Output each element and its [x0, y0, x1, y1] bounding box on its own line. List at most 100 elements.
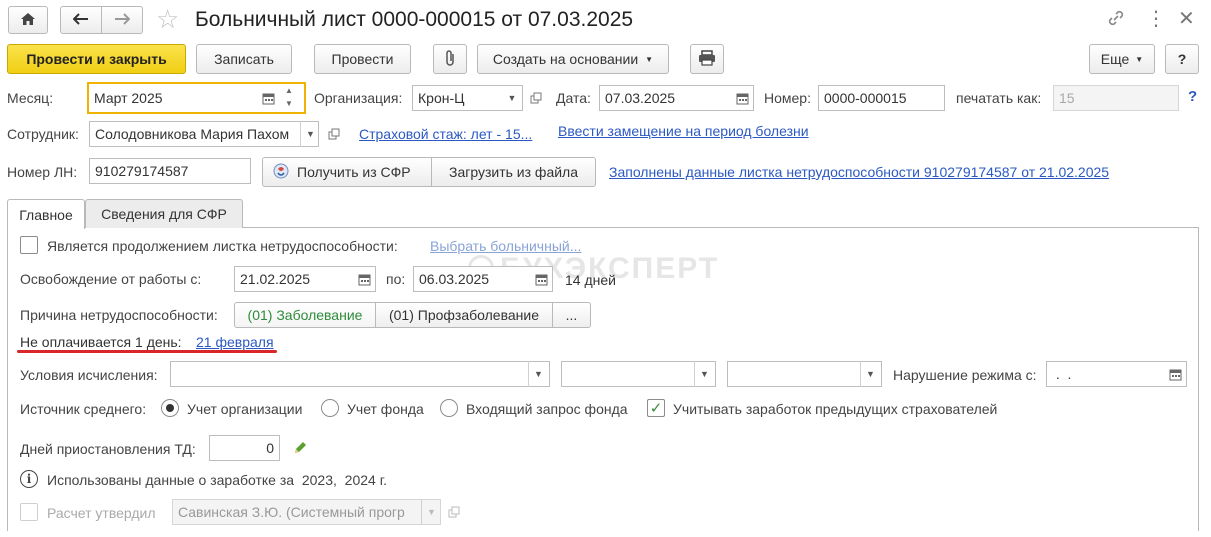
- more-label: Еще: [1100, 51, 1130, 67]
- radio-org-label: Учет организации: [187, 401, 303, 417]
- home-icon: [20, 12, 36, 29]
- chevron-down-icon: ▼: [421, 499, 441, 525]
- date-label: Дата:: [556, 90, 591, 106]
- calendar-icon[interactable]: [257, 87, 279, 109]
- open-approver-icon: [443, 501, 465, 523]
- organization-value: Крон-Ц: [418, 90, 465, 106]
- prev-insurers-checkbox[interactable]: ✓: [647, 399, 665, 417]
- calendar-icon[interactable]: [353, 268, 375, 290]
- radio-fund-accounting[interactable]: [321, 399, 339, 417]
- employee-label: Сотрудник:: [7, 126, 79, 142]
- sfr-logo-icon: [273, 163, 289, 182]
- calendar-icon[interactable]: [530, 268, 552, 290]
- open-employee-icon[interactable]: [323, 123, 345, 145]
- arrow-left-icon: [72, 12, 89, 28]
- more-button[interactable]: Еще ▼: [1089, 44, 1155, 74]
- chevron-down-icon: ▼: [1135, 54, 1144, 64]
- unpaid-date-link[interactable]: 21 февраля: [196, 334, 274, 350]
- print-as-label: печатать как:: [956, 90, 1042, 106]
- tab-main[interactable]: Главное: [7, 199, 85, 229]
- calc-condition-1-field[interactable]: [170, 361, 550, 387]
- calc-conditions-label: Условия исчисления:: [20, 367, 158, 383]
- radio-selected-dot: [166, 404, 174, 412]
- paperclip-icon: [443, 49, 457, 70]
- reason-label: Причина нетрудоспособности:: [20, 307, 218, 323]
- forward-button[interactable]: [101, 6, 143, 34]
- release-to-label: по:: [386, 271, 406, 287]
- calc-condition-2-field[interactable]: [561, 361, 716, 387]
- month-value: Март 2025: [94, 90, 163, 106]
- chevron-down-icon[interactable]: ▼: [528, 361, 548, 387]
- approved-by-value: Савинская З.Ю. (Системный прогр: [178, 504, 405, 520]
- radio-org-accounting[interactable]: [161, 399, 179, 417]
- radio-request-label: Входящий запрос фонда: [466, 401, 628, 417]
- tab-sfr-info[interactable]: Сведения для СФР: [85, 199, 243, 228]
- release-from-label: Освобождение от работы с:: [20, 271, 202, 287]
- printer-icon: [698, 49, 716, 69]
- number-field[interactable]: 0000-000015: [818, 85, 945, 111]
- calendar-icon[interactable]: [1164, 363, 1186, 385]
- approved-by-field: Савинская З.Ю. (Системный прогр: [172, 499, 441, 525]
- approved-checkbox: [20, 503, 38, 521]
- red-underline: [17, 350, 277, 353]
- post-and-close-button[interactable]: Провести и закрыть: [7, 44, 186, 74]
- help-question-link[interactable]: ?: [1188, 88, 1197, 105]
- unpaid-label: Не оплачивается 1 день:: [20, 334, 182, 350]
- earnings-info-text: Использованы данные о заработке за 2023,…: [47, 472, 387, 488]
- release-from-value: 21.02.2025: [240, 271, 311, 287]
- chevron-down-icon[interactable]: ▼: [694, 361, 714, 387]
- employee-dropdown-icon[interactable]: ▼: [300, 121, 320, 147]
- ln-number-field[interactable]: 910279174587: [89, 158, 251, 184]
- load-from-file-button[interactable]: Загрузить из файла: [431, 157, 596, 187]
- star-icon[interactable]: ☆: [156, 4, 179, 35]
- prev-insurers-label: Учитывать заработок предыдущих страховат…: [673, 401, 998, 417]
- reason-more-button[interactable]: ...: [552, 302, 591, 328]
- violation-date-value: . .: [1052, 366, 1072, 382]
- organization-dropdown-icon[interactable]: ▼: [502, 85, 522, 111]
- spin-up-icon[interactable]: ▲: [285, 86, 293, 95]
- month-label: Месяц:: [7, 90, 54, 106]
- approved-label: Расчет утвердил: [47, 505, 156, 521]
- close-icon[interactable]: ✕: [1178, 6, 1195, 31]
- radio-fund-label: Учет фонда: [347, 401, 424, 417]
- continuation-checkbox[interactable]: [20, 236, 38, 254]
- print-as-value: 15: [1059, 90, 1075, 106]
- attach-button[interactable]: [433, 44, 467, 74]
- more-vert-icon[interactable]: ⋮: [1146, 6, 1166, 31]
- ln-number-label: Номер ЛН:: [7, 164, 78, 180]
- create-based-button[interactable]: Создать на основании ▼: [477, 44, 669, 74]
- open-org-icon[interactable]: [525, 87, 547, 109]
- back-button[interactable]: [60, 6, 102, 34]
- home-button[interactable]: [8, 6, 48, 34]
- get-from-sfr-label: Получить из СФР: [297, 164, 411, 180]
- employee-field[interactable]: Солодовникова Мария Пахом: [89, 121, 319, 147]
- number-label: Номер:: [764, 90, 811, 106]
- replacement-link[interactable]: Ввести замещение на период болезни: [558, 123, 809, 139]
- help-button[interactable]: ?: [1165, 44, 1199, 74]
- filled-data-link[interactable]: Заполнены данные листка нетрудоспособнос…: [609, 164, 1109, 180]
- calc-condition-3-field[interactable]: [727, 361, 882, 387]
- suspension-label: Дней приостановления ТД:: [20, 441, 196, 457]
- post-button[interactable]: Провести: [314, 44, 411, 74]
- chevron-down-icon[interactable]: ▼: [860, 361, 880, 387]
- pencil-icon[interactable]: [289, 437, 311, 459]
- release-to-value: 06.03.2025: [419, 271, 490, 287]
- spin-down-icon[interactable]: ▼: [285, 99, 293, 108]
- calendar-icon[interactable]: [731, 87, 753, 109]
- print-button[interactable]: [690, 44, 724, 74]
- info-icon: i: [20, 470, 38, 488]
- reason-occupational-button[interactable]: (01) Профзаболевание: [375, 302, 553, 328]
- insurance-record-link[interactable]: Страховой стаж: лет - 15...: [359, 126, 532, 142]
- save-button[interactable]: Записать: [196, 44, 292, 74]
- date-value: 07.03.2025: [605, 90, 676, 106]
- create-based-label: Создать на основании: [492, 51, 639, 67]
- chevron-down-icon: ▼: [645, 54, 654, 64]
- suspension-field[interactable]: 0: [209, 435, 280, 461]
- ln-number-value: 910279174587: [95, 163, 189, 179]
- organization-label: Организация:: [314, 90, 403, 106]
- radio-fund-request[interactable]: [440, 399, 458, 417]
- employee-value: Солодовникова Мария Пахом: [95, 126, 290, 142]
- link-icon[interactable]: [1106, 8, 1126, 31]
- reason-illness-button[interactable]: (01) Заболевание: [234, 302, 376, 328]
- get-from-sfr-button[interactable]: Получить из СФР: [262, 157, 432, 187]
